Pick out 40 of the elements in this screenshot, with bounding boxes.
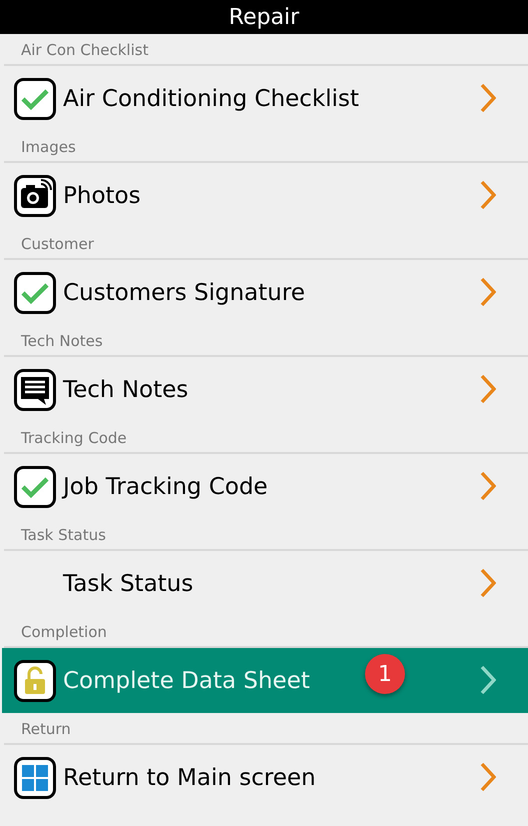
list-item[interactable]: Customers Signature [2, 260, 528, 325]
section-label: Tracking Code [4, 422, 528, 454]
chevron-icon [480, 762, 496, 792]
list-item[interactable]: Job Tracking Code [2, 454, 528, 519]
item-title: Return to Main screen [63, 764, 316, 790]
checkmark-icon [14, 272, 56, 314]
camera-icon [14, 174, 56, 216]
checkmark-icon [14, 78, 56, 120]
chevron-icon [480, 83, 496, 113]
message-icon [14, 368, 56, 410]
screen-title: Repair [228, 4, 300, 30]
notification-badge: 1 [365, 654, 405, 694]
chevron-icon [480, 471, 496, 501]
chevron-icon [480, 568, 496, 598]
section-label: Return [4, 713, 528, 745]
item-title: Customers Signature [63, 280, 305, 306]
section-label: Customer [4, 228, 528, 260]
item-title: Tech Notes [63, 376, 188, 402]
padlock-icon [14, 660, 56, 702]
chevron-icon [480, 665, 496, 695]
chevron-icon [480, 277, 496, 307]
chevron-icon [480, 374, 496, 404]
list-item[interactable]: Return to Main screen [2, 745, 528, 810]
section-label: Air Con Checklist [4, 34, 528, 66]
item-title: Air Conditioning Checklist [63, 86, 360, 112]
item-title: Task Status [63, 570, 194, 596]
item-title: Complete Data Sheet [63, 668, 310, 694]
checkmark-icon [14, 466, 56, 508]
chevron-icon [480, 180, 496, 210]
item-title: Photos [63, 182, 141, 208]
section-label: Tech Notes [4, 325, 528, 357]
list-item[interactable]: Tech Notes [2, 357, 528, 422]
list-item[interactable]: Task Status [2, 551, 528, 616]
item-title: Job Tracking Code [63, 474, 268, 500]
list-item[interactable]: Air Conditioning Checklist [2, 66, 528, 131]
section-label: Task Status [4, 519, 528, 551]
list-item[interactable]: Complete Data Sheet 1 [2, 648, 528, 713]
list-item[interactable]: Photos [2, 163, 528, 228]
section-label: Images [4, 131, 528, 163]
grid-icon [14, 756, 56, 798]
